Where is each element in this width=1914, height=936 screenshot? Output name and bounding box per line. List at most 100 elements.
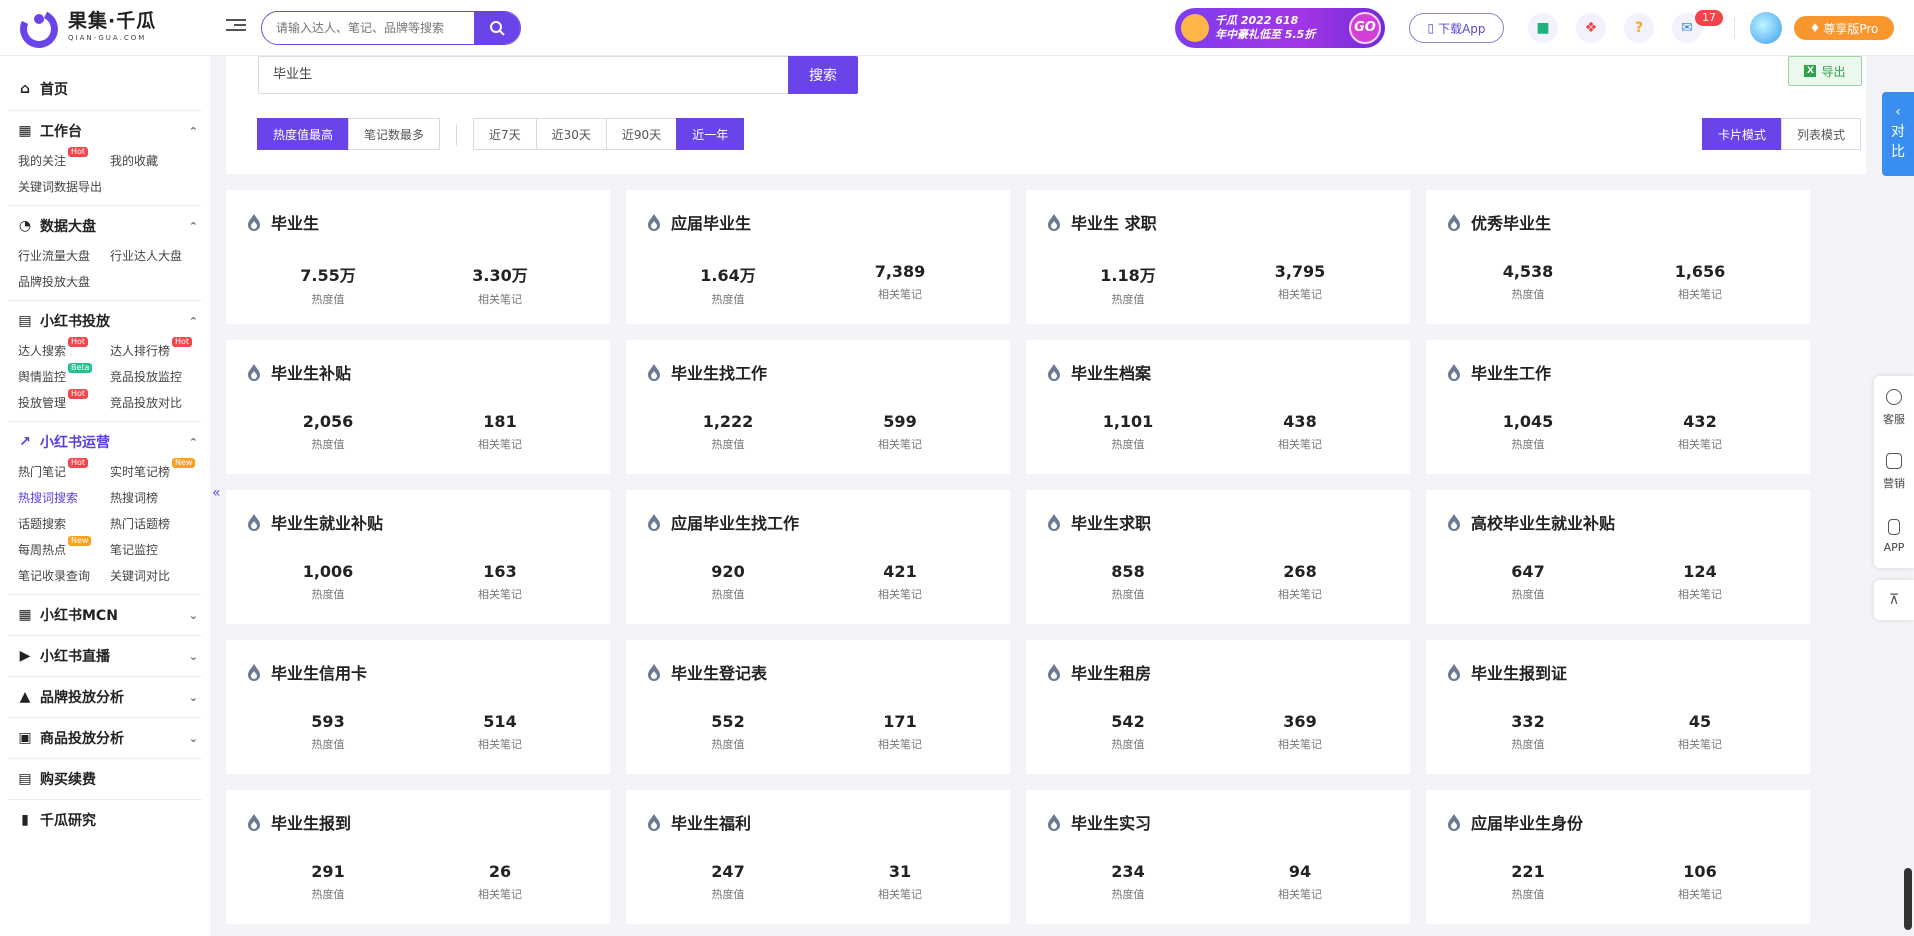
keyword-card-title[interactable]: 毕业生报到 [246,810,351,834]
keyword-card-title[interactable]: 毕业生登记表 [646,660,767,684]
keyword-card[interactable]: 毕业生报到证 332 热度值 45 相关笔记 [1426,640,1810,774]
keyword-card[interactable]: 优秀毕业生 4,538 热度值 1,656 相关笔记 [1426,190,1810,324]
range-30d-button[interactable]: 近30天 [535,118,607,150]
keyword-card[interactable]: 毕业生就业补贴 1,006 热度值 163 相关笔记 [226,490,610,624]
keyword-card[interactable]: 毕业生 7.55万 热度值 3.30万 相关笔记 [226,190,610,324]
scrollbar[interactable] [1904,868,1912,930]
sidebar-item-industry-kol[interactable]: 行业达人大盘 [110,246,202,266]
keyword-card[interactable]: 应届毕业生身份 221 热度值 106 相关笔记 [1426,790,1810,924]
keyword-card[interactable]: 毕业生档案 1,101 热度值 438 相关笔记 [1026,340,1410,474]
sidebar-item-research[interactable]: ▮ 千瓜研究 [8,800,202,840]
sidebar-item-kol-ranking[interactable]: 达人排行榜 Hot [110,337,202,361]
keyword-card-title[interactable]: 应届毕业生 [646,210,751,234]
keyword-card-title[interactable]: 毕业生租房 [1046,660,1151,684]
customer-service-button[interactable]: 客服 [1874,376,1914,440]
keyword-card[interactable]: 毕业生工作 1,045 热度值 432 相关笔记 [1426,340,1810,474]
briefcase-icon[interactable]: ■ [1528,13,1558,43]
sidebar-item-keyword-export[interactable]: 关键词数据导出 [18,177,110,197]
sidebar-item-purchase[interactable]: ▤ 购买续费 [8,759,202,799]
marketing-button[interactable]: 营销 [1874,440,1914,504]
sidebar-group-head[interactable]: ▶ 小红书直播 ⌄ [8,636,202,676]
keyword-card[interactable]: 应届毕业生 1.64万 热度值 7,389 相关笔记 [626,190,1010,324]
keyword-card[interactable]: 毕业生补贴 2,056 热度值 181 相关笔记 [226,340,610,474]
range-7d-button[interactable]: 近7天 [473,118,537,150]
sidebar-group-head[interactable]: ◔ 数据大盘 ⌃ [8,206,202,246]
keyword-card[interactable]: 毕业生租房 542 热度值 369 相关笔记 [1026,640,1410,774]
keyword-card[interactable]: 毕业生福利 247 热度值 31 相关笔记 [626,790,1010,924]
sidebar-item-sentiment[interactable]: 舆情监控 Beta [18,363,110,387]
sort-heat-button[interactable]: 热度值最高 [257,118,350,150]
sidebar-item-competitor-compare[interactable]: 竞品投放对比 [110,393,202,413]
sidebar-item-home[interactable]: ⌂ 首页 [0,70,210,108]
sort-notes-button[interactable]: 笔记数最多 [348,118,441,150]
keyword-card-title[interactable]: 毕业生就业补贴 [246,510,383,534]
sidebar-item-topic-search[interactable]: 话题搜索 [18,514,110,534]
download-app-button[interactable]: ▯ 下载App [1409,13,1504,43]
sidebar-group-head[interactable]: ▤ 小红书投放 ⌃ [8,301,202,341]
keyword-card-title[interactable]: 应届毕业生找工作 [646,510,799,534]
keyword-card-title[interactable]: 优秀毕业生 [1446,210,1551,234]
sidebar-item-industry-traffic[interactable]: 行业流量大盘 [18,246,110,266]
keyword-card-title[interactable]: 毕业生工作 [1446,360,1551,384]
keyword-input[interactable]: 毕业生 [258,56,789,94]
keyword-card[interactable]: 毕业生信用卡 593 热度值 514 相关笔记 [226,640,610,774]
sidebar-item-hot-search-ranking[interactable]: 热搜词榜 [110,488,202,508]
promo-banner[interactable]: 千瓜 2022 618 年中豪礼低至 5.5折 GO [1175,8,1385,48]
keyword-search-button[interactable]: 搜索 [788,56,858,94]
keyword-card-title[interactable]: 毕业生报到证 [1446,660,1567,684]
keyword-card[interactable]: 毕业生登记表 552 热度值 171 相关笔记 [626,640,1010,774]
keyword-card[interactable]: 应届毕业生找工作 920 热度值 421 相关笔记 [626,490,1010,624]
keyword-card[interactable]: 毕业生实习 234 热度值 94 相关笔记 [1026,790,1410,924]
keyword-card-title[interactable]: 高校毕业生就业补贴 [1446,510,1615,534]
sidebar-item-competitor-monitor[interactable]: 竞品投放监控 [110,367,202,387]
export-button[interactable]: X 导出 [1788,56,1862,86]
sidebar-group-head[interactable]: ▦ 小红书MCN ⌄ [8,595,202,635]
keyword-card-title[interactable]: 毕业生找工作 [646,360,767,384]
sidebar-item-hot-topics[interactable]: 热门话题榜 [110,514,202,534]
keyword-card-title[interactable]: 毕业生 求职 [1046,210,1157,234]
sidebar-item-realtime-notes[interactable]: 实时笔记榜 New [110,458,202,482]
keyword-card-title[interactable]: 毕业生档案 [1046,360,1151,384]
keyword-card[interactable]: 毕业生找工作 1,222 热度值 599 相关笔记 [626,340,1010,474]
keyword-card-title[interactable]: 毕业生补贴 [246,360,351,384]
keyword-card[interactable]: 毕业生 求职 1.18万 热度值 3,795 相关笔记 [1026,190,1410,324]
avatar[interactable] [1750,12,1782,44]
sidebar-item-my-favorites[interactable]: 我的收藏 [110,151,202,171]
sidebar-item-note-monitor[interactable]: 笔记监控 [110,540,202,560]
back-to-top-button[interactable]: ⊼ [1874,580,1914,620]
keyword-card[interactable]: 毕业生求职 858 热度值 268 相关笔记 [1026,490,1410,624]
keyword-card-title[interactable]: 毕业生求职 [1046,510,1151,534]
global-search-button[interactable] [474,12,520,44]
keyword-card-title[interactable]: 毕业生信用卡 [246,660,367,684]
sidebar-group-head[interactable]: ▲ 品牌投放分析 ⌄ [8,677,202,717]
sidebar-item-ad-management[interactable]: 投放管理 Hot [18,389,110,413]
keyword-card-title[interactable]: 毕业生 [246,210,319,234]
sidebar-item-weekly-hot[interactable]: 每周热点 New [18,536,110,560]
sidebar-item-hot-notes[interactable]: 热门笔记 Hot [18,458,110,482]
compare-tab[interactable]: ‹ 对比 [1882,92,1914,176]
apps-icon[interactable]: ❖ [1576,13,1606,43]
menu-toggle-icon[interactable] [226,16,246,36]
range-90d-button[interactable]: 近90天 [605,118,678,150]
pro-button[interactable]: ♦ 尊享版Pro [1794,16,1894,40]
sidebar-group-head[interactable]: ↗ 小红书运营 ⌃ [8,422,202,462]
sidebar-item-keyword-compare[interactable]: 关键词对比 [110,566,202,586]
keyword-card-title[interactable]: 应届毕业生身份 [1446,810,1583,834]
logo[interactable]: 果集·千瓜 QIAN-GUA.COM [14,4,156,54]
sidebar-item-hot-search[interactable]: 热搜词搜索 [18,488,110,508]
sidebar-item-kol-search[interactable]: 达人搜索 Hot [18,337,110,361]
sidebar-collapse-icon[interactable]: « [212,485,224,509]
sidebar-item-brand-board[interactable]: 品牌投放大盘 [18,272,110,292]
sidebar-item-note-index[interactable]: 笔记收录查询 [18,566,110,586]
keyword-card-title[interactable]: 毕业生实习 [1046,810,1151,834]
global-search-input[interactable] [262,12,474,44]
sidebar-group-head[interactable]: ▣ 商品投放分析 ⌄ [8,718,202,758]
card-mode-button[interactable]: 卡片模式 [1702,118,1783,150]
promo-go-button[interactable]: GO [1349,12,1381,44]
sidebar-group-head[interactable]: ▦ 工作台 ⌃ [8,111,202,151]
list-mode-button[interactable]: 列表模式 [1781,118,1862,150]
help-icon[interactable]: ? [1624,13,1654,43]
keyword-card[interactable]: 高校毕业生就业补贴 647 热度值 124 相关笔记 [1426,490,1810,624]
range-1y-button[interactable]: 近一年 [676,118,745,150]
keyword-card[interactable]: 毕业生报到 291 热度值 26 相关笔记 [226,790,610,924]
